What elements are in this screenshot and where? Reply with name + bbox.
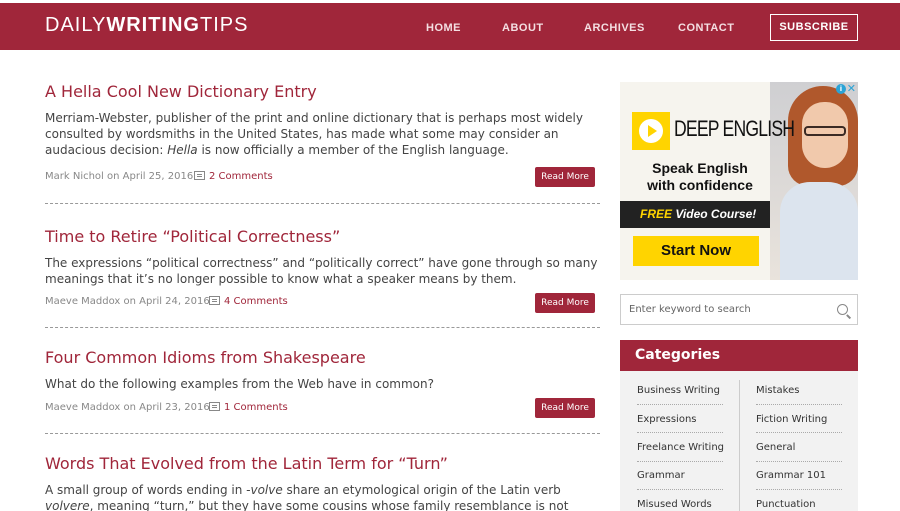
comments-link[interactable]: 4 Comments — [209, 296, 288, 307]
ad-model-glasses — [804, 126, 846, 136]
ad-brand: DEEP ENGLISH — [674, 116, 795, 141]
category-link[interactable]: Business Writing — [637, 385, 720, 396]
play-logo-icon — [632, 112, 670, 150]
post-meta: Maeve Maddox on April 24, 2016 — [45, 296, 210, 307]
post-divider — [45, 327, 600, 328]
ad-tagline: Speak English with confidence — [640, 160, 760, 194]
comment-icon — [209, 402, 220, 411]
comments-link[interactable]: 2 Comments — [194, 171, 273, 182]
search-icon[interactable] — [837, 304, 848, 315]
category-separator — [637, 489, 723, 490]
post-title[interactable]: Time to Retire “Political Correctness” — [45, 227, 600, 246]
post-item: Time to Retire “Political Correctness” T… — [45, 227, 600, 313]
logo-part-daily: DAILY — [45, 14, 107, 36]
read-more-button[interactable]: Read More — [535, 293, 595, 313]
read-more-button[interactable]: Read More — [535, 167, 595, 187]
ad-start-now-button[interactable]: Start Now — [633, 236, 759, 266]
post-title[interactable]: Four Common Idioms from Shakespeare — [45, 348, 600, 367]
nav-home[interactable]: HOME — [426, 22, 461, 34]
nav-contact[interactable]: CONTACT — [678, 22, 734, 34]
excerpt-text: A small group of words ending in — [45, 483, 247, 497]
ad-close-icon[interactable]: ✕ — [847, 82, 856, 95]
subscribe-button[interactable]: SUBSCRIBE — [770, 14, 858, 41]
excerpt-text: is now officially a member of the Englis… — [197, 143, 509, 157]
category-separator — [637, 461, 723, 462]
post-title[interactable]: Words That Evolved from the Latin Term f… — [45, 454, 600, 473]
comment-icon — [194, 171, 205, 180]
category-link[interactable]: Freelance Writing — [637, 442, 724, 453]
post-divider — [45, 203, 600, 204]
post-item: Four Common Idioms from Shakespeare What… — [45, 348, 600, 418]
site-logo[interactable]: DAILYWRITINGTIPS — [45, 14, 248, 37]
comments-link[interactable]: 1 Comments — [209, 402, 288, 413]
category-separator — [756, 432, 842, 433]
comments-count: 2 Comments — [209, 171, 273, 182]
excerpt-text: share an etymological origin of the Lati… — [282, 483, 561, 497]
post-excerpt: The expressions “political correctness” … — [45, 256, 598, 286]
ad-free-banner: FREE Video Course! — [620, 201, 770, 228]
category-link[interactable]: Fiction Writing — [756, 414, 827, 425]
categories-heading: Categories — [620, 340, 858, 371]
ad-model-body — [780, 182, 858, 280]
category-link[interactable]: Grammar 101 — [756, 470, 826, 481]
excerpt-text: , meaning “turn,” but they have some cou… — [89, 499, 569, 511]
category-separator — [637, 404, 723, 405]
post-title[interactable]: A Hella Cool New Dictionary Entry — [45, 82, 600, 101]
ad-course-label: Video Course! — [672, 207, 757, 221]
search-input[interactable]: Enter keyword to search — [620, 294, 858, 325]
post-divider — [45, 433, 600, 434]
nav-archives[interactable]: ARCHIVES — [584, 22, 645, 34]
read-more-button[interactable]: Read More — [535, 398, 595, 418]
ad-tagline-line: Speak English — [652, 160, 748, 176]
excerpt-emphasis: volvere — [45, 499, 90, 511]
excerpt-emphasis: Hella — [167, 143, 198, 157]
category-link[interactable]: General — [756, 442, 795, 453]
category-link[interactable]: Misused Words — [637, 499, 712, 510]
search-placeholder: Enter keyword to search — [629, 304, 751, 315]
ad-free-label: FREE — [640, 207, 673, 221]
categories-column-divider — [739, 380, 740, 511]
excerpt-emphasis: -volve — [246, 483, 283, 497]
logo-part-writing: WRITING — [106, 14, 200, 36]
category-link[interactable]: Grammar — [637, 470, 685, 481]
comments-count: 4 Comments — [224, 296, 288, 307]
post-item: A Hella Cool New Dictionary Entry Merria… — [45, 82, 600, 187]
post-excerpt: What do the following examples from the … — [45, 377, 434, 391]
category-link[interactable]: Expressions — [637, 414, 697, 425]
category-link[interactable]: Punctuation — [756, 499, 816, 510]
logo-part-tips: TIPS — [199, 14, 249, 36]
post-excerpt: A small group of words ending in -volve … — [45, 482, 600, 511]
ad-tagline-line: with confidence — [647, 177, 753, 193]
category-separator — [637, 432, 723, 433]
site-header: DAILYWRITINGTIPS HOME ABOUT ARCHIVES CON… — [0, 3, 900, 50]
category-link[interactable]: Mistakes — [756, 385, 799, 396]
post-meta: Maeve Maddox on April 23, 2016 — [45, 402, 210, 413]
category-separator — [756, 404, 842, 405]
category-separator — [756, 461, 842, 462]
category-separator — [756, 489, 842, 490]
post-meta: Mark Nichol on April 25, 2016 — [45, 171, 194, 182]
comments-count: 1 Comments — [224, 402, 288, 413]
post-item: Words That Evolved from the Latin Term f… — [45, 454, 600, 511]
comment-icon — [209, 296, 220, 305]
ad-banner[interactable]: DEEP ENGLISH Speak English with confidenc… — [620, 82, 858, 280]
post-excerpt: Merriam-Webster, publisher of the print … — [45, 110, 600, 158]
nav-about[interactable]: ABOUT — [502, 22, 544, 34]
ad-info-icon[interactable]: i — [836, 84, 846, 94]
